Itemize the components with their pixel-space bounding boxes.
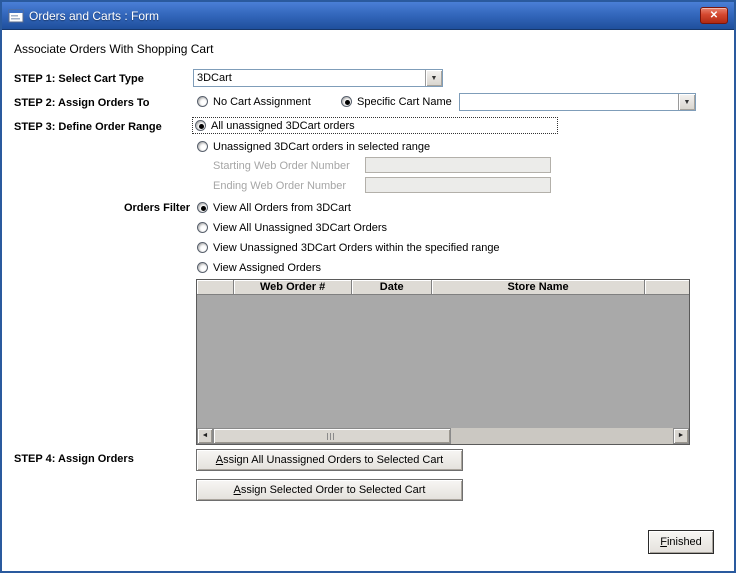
orders-grid-body[interactable] bbox=[197, 295, 689, 428]
radio-view-assigned-orders[interactable]: View Assigned Orders bbox=[197, 260, 321, 275]
radio-icon[interactable] bbox=[341, 96, 352, 107]
step1-label: STEP 1: Select Cart Type bbox=[14, 73, 144, 85]
scrollbar-thumb[interactable] bbox=[213, 428, 451, 444]
radio-label: No Cart Assignment bbox=[213, 96, 311, 108]
orders-grid: Web Order # Date Store Name ◄ ► bbox=[196, 279, 690, 445]
radio-icon[interactable] bbox=[197, 262, 208, 273]
titlebar: Orders and Carts : Form ✕ bbox=[2, 2, 734, 30]
radio-label: View All Unassigned 3DCart Orders bbox=[213, 222, 387, 234]
radio-label: View Assigned Orders bbox=[213, 262, 321, 274]
page-title: Associate Orders With Shopping Cart bbox=[14, 42, 213, 56]
radio-view-all-orders[interactable]: View All Orders from 3DCart bbox=[197, 200, 351, 215]
scrollbar-grip bbox=[327, 433, 336, 440]
cart-type-combobox[interactable]: 3DCart ▼ bbox=[193, 69, 443, 87]
ending-web-order-input bbox=[365, 177, 551, 193]
orders-filter-label: Orders Filter bbox=[14, 202, 190, 214]
column-header-date: Date bbox=[352, 280, 432, 295]
window-title: Orders and Carts : Form bbox=[29, 9, 159, 23]
radio-icon[interactable] bbox=[197, 242, 208, 253]
horizontal-scrollbar[interactable]: ◄ ► bbox=[197, 428, 689, 444]
radio-specific-cart-name[interactable]: Specific Cart Name bbox=[341, 94, 452, 109]
column-header-selector bbox=[197, 280, 234, 295]
column-header-blank bbox=[645, 280, 689, 295]
radio-icon[interactable] bbox=[197, 96, 208, 107]
step2-label: STEP 2: Assign Orders To bbox=[14, 97, 150, 109]
scrollbar-track[interactable] bbox=[213, 428, 673, 444]
radio-icon[interactable] bbox=[197, 141, 208, 152]
cart-name-combobox[interactable]: ▼ bbox=[459, 93, 696, 111]
radio-unassigned-orders-range[interactable]: Unassigned 3DCart orders in selected ran… bbox=[197, 139, 430, 154]
radio-no-cart-assignment[interactable]: No Cart Assignment bbox=[197, 94, 311, 109]
radio-icon[interactable] bbox=[197, 222, 208, 233]
column-header-store-name: Store Name bbox=[432, 280, 645, 295]
radio-label: View All Orders from 3DCart bbox=[213, 202, 351, 214]
column-header-web-order: Web Order # bbox=[234, 280, 353, 295]
form-body: Associate Orders With Shopping Cart STEP… bbox=[2, 30, 734, 571]
radio-label: Unassigned 3DCart orders in selected ran… bbox=[213, 141, 430, 153]
ending-web-order-label: Ending Web Order Number bbox=[213, 180, 346, 192]
form-icon bbox=[8, 8, 24, 24]
orders-and-carts-window: Orders and Carts : Form ✕ Associate Orde… bbox=[0, 0, 736, 573]
radio-icon[interactable] bbox=[195, 120, 206, 131]
radio-view-all-unassigned-orders[interactable]: View All Unassigned 3DCart Orders bbox=[197, 220, 387, 235]
scroll-right-icon[interactable]: ► bbox=[673, 428, 689, 444]
radio-all-unassigned-orders[interactable]: All unassigned 3DCart orders bbox=[192, 117, 558, 134]
cart-name-value bbox=[460, 94, 678, 110]
chevron-down-icon[interactable]: ▼ bbox=[425, 70, 442, 86]
orders-grid-header: Web Order # Date Store Name bbox=[197, 280, 689, 295]
assign-selected-order-button[interactable]: Assign Selected Order to Selected Cart bbox=[196, 479, 463, 501]
radio-label: View Unassigned 3DCart Orders within the… bbox=[213, 242, 500, 254]
close-button[interactable]: ✕ bbox=[700, 7, 728, 24]
starting-web-order-label: Starting Web Order Number bbox=[213, 160, 350, 172]
finished-button[interactable]: Finished bbox=[648, 530, 714, 554]
radio-label: All unassigned 3DCart orders bbox=[211, 120, 355, 132]
radio-label: Specific Cart Name bbox=[357, 96, 452, 108]
chevron-down-icon[interactable]: ▼ bbox=[678, 94, 695, 110]
radio-icon[interactable] bbox=[197, 202, 208, 213]
assign-all-unassigned-button[interactable]: Assign All Unassigned Orders to Selected… bbox=[196, 449, 463, 471]
cart-type-value: 3DCart bbox=[194, 70, 425, 86]
starting-web-order-input bbox=[365, 157, 551, 173]
step3-label: STEP 3: Define Order Range bbox=[14, 121, 162, 133]
radio-view-unassigned-orders-range[interactable]: View Unassigned 3DCart Orders within the… bbox=[197, 240, 500, 255]
step4-label: STEP 4: Assign Orders bbox=[14, 453, 134, 465]
scroll-left-icon[interactable]: ◄ bbox=[197, 428, 213, 444]
